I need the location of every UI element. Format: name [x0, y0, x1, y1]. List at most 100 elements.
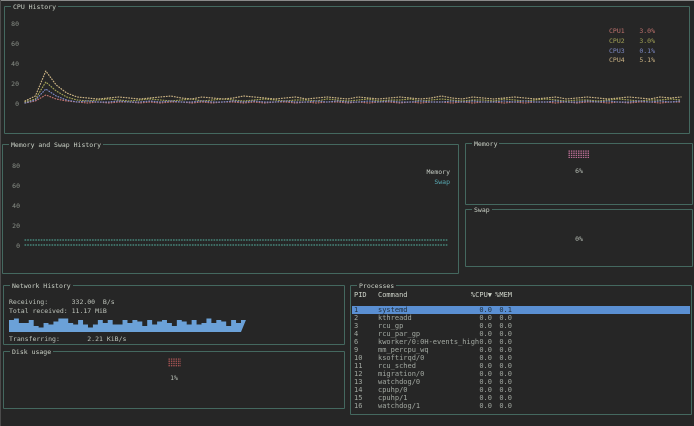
process-command: cpuhp/0: [378, 386, 408, 394]
process-mem: 0.0: [490, 370, 512, 378]
system-monitor-window: { "window": { "bg": "#262626", "border_c…: [0, 0, 694, 426]
process-mem: 0.0: [490, 346, 512, 354]
process-pid: 3: [354, 322, 374, 330]
process-mem: 0.1: [490, 306, 512, 314]
cpu-history-panel: CPU History 80 60 40 20 0 CPU1 3.0% CPU2…: [4, 6, 690, 134]
cpu-chart: [5, 7, 689, 133]
process-pid: 14: [354, 386, 374, 394]
process-row[interactable]: 11 rcu_sched 0.00.0: [352, 362, 690, 370]
process-command: systemd: [378, 306, 408, 314]
process-cpu: 0.0: [462, 354, 492, 362]
process-row[interactable]: 12 migration/0 0.00.0: [352, 370, 690, 378]
process-row[interactable]: 16 watchdog/1 0.00.0: [352, 402, 690, 410]
process-cpu: 0.0: [462, 322, 492, 330]
process-row[interactable]: 15 cpuhp/1 0.00.0: [352, 394, 690, 402]
process-cpu: 0.0: [462, 386, 492, 394]
process-row[interactable]: 10 ksoftirqd/0 0.00.0: [352, 354, 690, 362]
disk-usage-panel: Disk usage 1%: [3, 351, 345, 409]
memory-swap-history-panel: Memory and Swap History 80 60 40 20 0 Me…: [2, 144, 459, 274]
process-row[interactable]: 2kthreadd0.00.0: [352, 314, 690, 322]
process-command: mm_percpu_wq: [378, 346, 429, 354]
process-cpu: 0.0: [462, 378, 492, 386]
process-mem: 0.0: [490, 386, 512, 394]
process-command: cpuhp/1: [378, 394, 408, 402]
column-header-pid[interactable]: PID: [354, 291, 374, 299]
disk-gauge: 1%: [4, 352, 344, 382]
cpu4-label: CPU4: [609, 56, 628, 66]
process-cpu: 0.0: [462, 402, 492, 410]
process-pid: 15: [354, 394, 374, 402]
memory-panel: Memory 6%: [465, 143, 693, 205]
process-cpu: 0.0: [462, 338, 492, 346]
swap-gauge: 0%: [466, 210, 692, 243]
network-history-panel: Network History Receiving: 332.00 B/s To…: [3, 285, 345, 345]
column-header-cpu-sort-desc[interactable]: %CPU▼: [462, 291, 492, 299]
process-command: kthreadd: [378, 314, 412, 322]
process-pid: 4: [354, 330, 374, 338]
process-command: rcu_gp: [378, 322, 403, 330]
process-cpu: 0.0: [462, 330, 492, 338]
processes-header-row: PID Command %CPU▼ %MEM: [352, 291, 690, 299]
process-row[interactable]: 3 rcu_gp 0.00.0: [352, 322, 690, 330]
process-row[interactable]: 1 systemd 0.00.1: [352, 306, 690, 314]
swap-panel: Swap 0%: [465, 209, 693, 267]
processes-title: Processes: [357, 282, 396, 290]
cpu-legend-row-cpu3: CPU3 0.1%: [609, 47, 655, 57]
memory-gauge: 6%: [466, 144, 692, 175]
process-pid: 13: [354, 378, 374, 386]
process-mem: 0.0: [490, 354, 512, 362]
memswap-legend-swap: Swap: [427, 178, 450, 188]
process-pid: 9: [354, 346, 374, 354]
process-command: migration/0: [378, 370, 424, 378]
memory-gauge-dots: [568, 150, 590, 158]
process-cpu: 0.0: [462, 314, 492, 322]
network-transferring-line: Transferring: 2.21 KiB/s: [9, 335, 126, 343]
disk-percent: 1%: [170, 374, 178, 382]
process-row[interactable]: 4rcu_par_gp0.00.0: [352, 330, 690, 338]
processes-panel: Processes PID Command %CPU▼ %MEM 1 system…: [350, 285, 692, 415]
process-pid: 16: [354, 402, 374, 410]
process-row[interactable]: 9mm_percpu_wq0.00.0: [352, 346, 690, 354]
process-pid: 11: [354, 362, 374, 370]
process-pid: 6: [354, 338, 374, 346]
process-command: watchdog/0: [378, 378, 420, 386]
column-header-command[interactable]: Command: [378, 291, 408, 299]
cpu2-label: CPU2: [609, 37, 628, 47]
cpu1-label: CPU1: [609, 27, 628, 37]
process-row[interactable]: 13 watchdog/0 0.00.0: [352, 378, 690, 386]
process-pid: 12: [354, 370, 374, 378]
process-pid: 1: [354, 306, 374, 314]
process-mem: 0.0: [490, 362, 512, 370]
memswap-legend: Memory Swap: [427, 168, 450, 187]
cpu4-value: 5.1%: [628, 56, 655, 66]
process-mem: 0.0: [490, 394, 512, 402]
process-row[interactable]: 6kworker/0:0H-events_high0.00.0: [352, 338, 690, 346]
process-mem: 0.0: [490, 378, 512, 386]
process-cpu: 0.0: [462, 362, 492, 370]
process-mem: 0.0: [490, 338, 512, 346]
cpu-legend-row-cpu2: CPU2 3.0%: [609, 37, 655, 47]
window-left-edge: [0, 0, 1, 426]
process-pid: 2: [354, 314, 374, 322]
window-top-edge: [0, 0, 694, 1]
cpu3-label: CPU3: [609, 47, 628, 57]
process-mem: 0.0: [490, 402, 512, 410]
process-mem: 0.0: [490, 330, 512, 338]
process-command: watchdog/1: [378, 402, 420, 410]
cpu2-value: 3.0%: [628, 37, 655, 47]
process-row[interactable]: 14 cpuhp/0 0.00.0: [352, 386, 690, 394]
cpu1-value: 3.0%: [628, 27, 655, 37]
process-command: rcu_sched: [378, 362, 416, 370]
process-cpu: 0.0: [462, 370, 492, 378]
memory-percent: 6%: [575, 167, 583, 175]
disk-gauge-dots: [168, 358, 181, 367]
memswap-legend-memory: Memory: [427, 168, 450, 178]
cpu-legend-row-cpu1: CPU1 3.0%: [609, 27, 655, 37]
swap-percent: 0%: [575, 235, 583, 243]
process-pid: 10: [354, 354, 374, 362]
process-cpu: 0.0: [462, 306, 492, 314]
process-command: ksoftirqd/0: [378, 354, 424, 362]
process-mem: 0.0: [490, 322, 512, 330]
process-cpu: 0.0: [462, 394, 492, 402]
column-header-mem[interactable]: %MEM: [490, 291, 512, 299]
